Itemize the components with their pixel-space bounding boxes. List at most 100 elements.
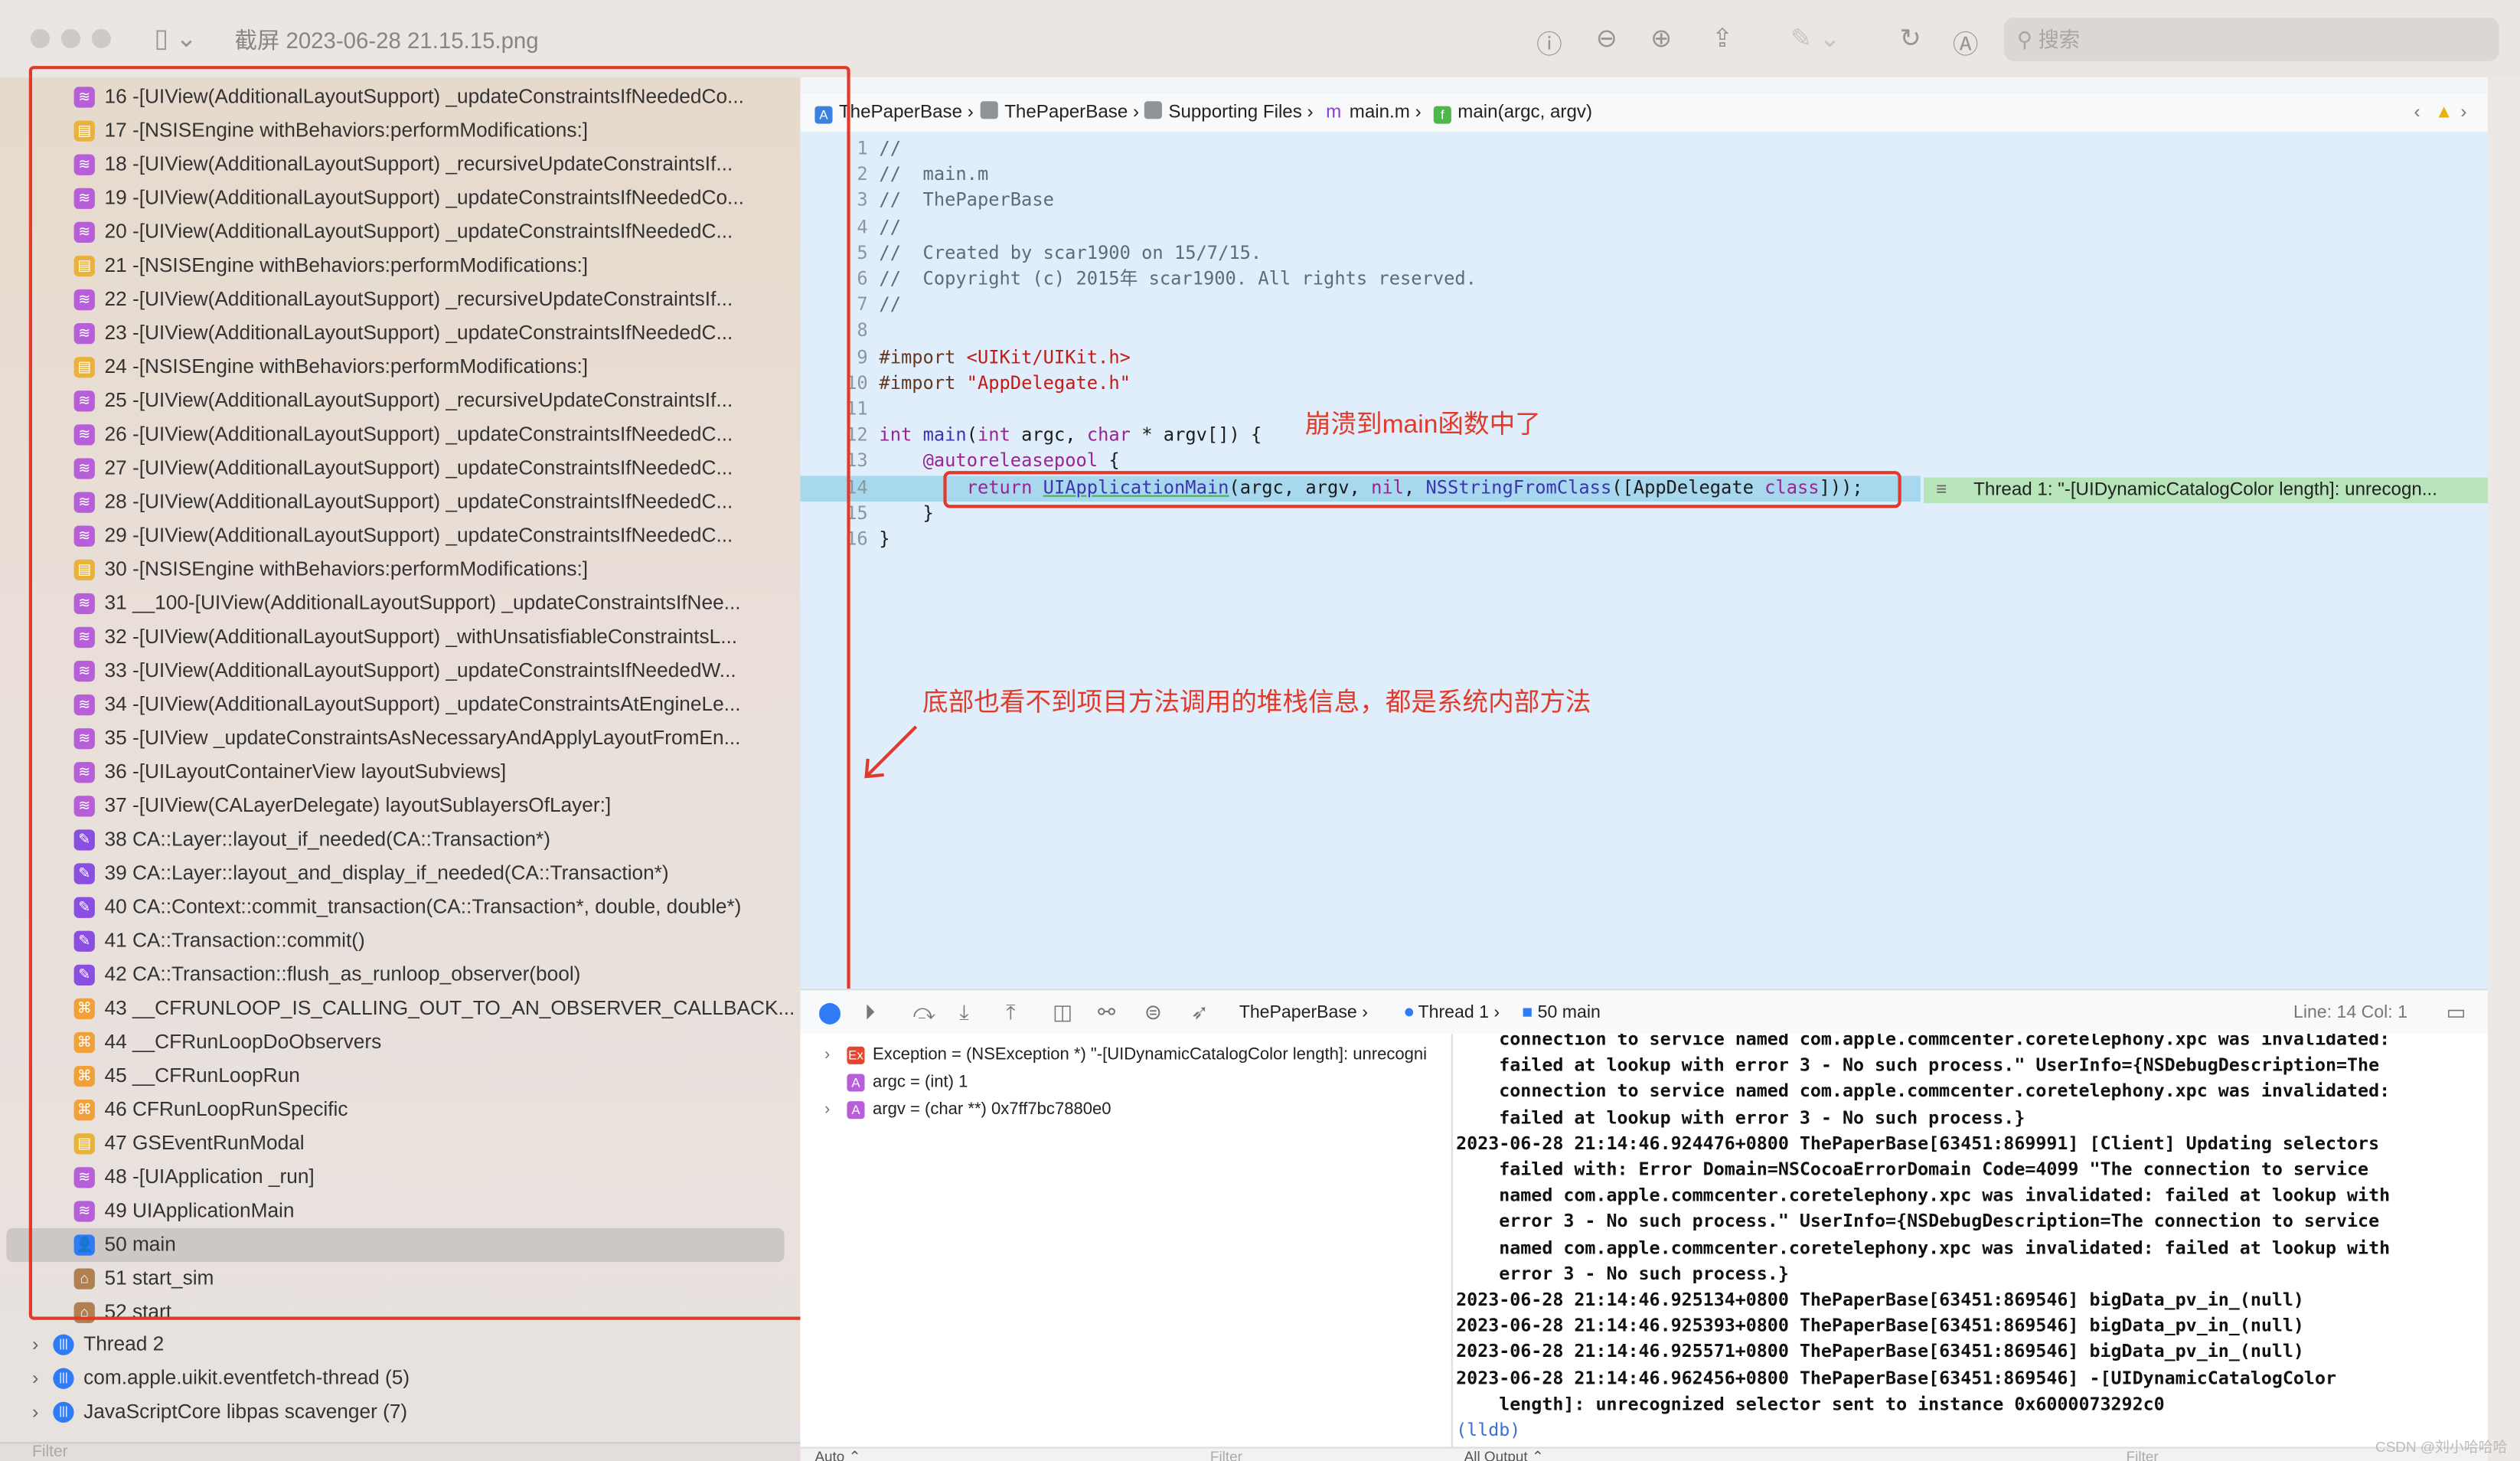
folder-icon	[1144, 101, 1162, 119]
sidebar-toggle-icon[interactable]: ▯ ⌄	[155, 22, 197, 54]
variables-scope-select[interactable]: Auto ⌃	[814, 1449, 860, 1461]
info-icon[interactable]: ⓘ	[1536, 22, 1562, 60]
annotate-icon[interactable]: Ⓐ	[1953, 22, 1979, 60]
disclosure-chevron-icon[interactable]: ›	[32, 1328, 38, 1361]
code-text: }	[879, 502, 934, 528]
console-line: named com.apple.commcenter.coretelephony…	[1456, 1237, 2391, 1259]
window-title: 截屏 2023-06-28 21.15.15.png	[234, 27, 539, 54]
breadcrumb-function[interactable]: f main(argc, argv)	[1433, 93, 1592, 132]
code-token: (	[966, 424, 978, 446]
code-text: #import <UIKit/UIKit.h>	[879, 345, 1130, 371]
code-text: // Created by scar1900 on 15/7/15.	[879, 240, 1262, 266]
code-token: }	[879, 528, 890, 551]
variables-view: › Ex Exception = (NSException *) "-[UIDyna…	[800, 1033, 1453, 1447]
navigator-filter[interactable]: Filter	[0, 1442, 801, 1461]
console-filter[interactable]: Filter	[2127, 1449, 2159, 1461]
code-token: // ThePaperBase	[879, 190, 1054, 211]
thread-row[interactable]: › ||| Thread 2	[0, 1328, 801, 1361]
step-out-icon[interactable]: ⤒	[1006, 990, 1015, 1035]
window-edge	[2488, 77, 2520, 1461]
thread-icon: |||	[53, 1401, 74, 1423]
code-token: }	[879, 502, 934, 525]
code-line: 1//	[801, 136, 2488, 162]
thread-label: Thread 2	[83, 1332, 165, 1355]
watermark: CSDN @刘小哈哈哈	[2375, 1439, 2508, 1456]
zoom-out-icon[interactable]: ⊖	[1596, 22, 1617, 54]
console-line: failed with: Error Domain=NSCocoaErrorDo…	[1456, 1159, 2369, 1181]
disclosure-chevron-icon[interactable]: ›	[32, 1395, 38, 1429]
variables-filter[interactable]: Filter	[1210, 1449, 1242, 1461]
console-line: 2023-06-28 21:14:46.925571+0800 ThePaper…	[1456, 1341, 2304, 1363]
code-token: #import	[879, 372, 967, 394]
zoom-in-icon[interactable]: ⊕	[1650, 22, 1672, 54]
view-hierarchy-icon[interactable]: ◫	[1053, 990, 1072, 1035]
breakpoints-toggle-icon[interactable]: ⬤	[818, 990, 842, 1035]
console-line: failed at lookup with error 3 - No such …	[1456, 1054, 2380, 1076]
code-text: //	[879, 214, 901, 240]
screenshot-viewer: ▯ ⌄ 截屏 2023-06-28 21.15.15.png ⓘ ⊖ ⊕ ⇪ ✎…	[0, 0, 2520, 1461]
code-line: 4//	[801, 214, 2488, 240]
lldb-prompt[interactable]: (lldb)	[1456, 1418, 1520, 1444]
code-line: 9 #import <UIKit/UIKit.h>	[801, 345, 2488, 371]
previous-issue-icon[interactable]: ‹	[2414, 93, 2420, 132]
console-line: named com.apple.commcenter.coretelephony…	[1456, 1185, 2391, 1207]
continue-icon[interactable]: ⏵	[865, 990, 876, 1035]
warning-icon[interactable]: ▲	[2435, 93, 2453, 132]
breadcrumb-folder[interactable]: Supporting Files ›	[1144, 93, 1314, 132]
search-input[interactable]: ⚲ 搜索	[2004, 18, 2499, 61]
disclosure-chevron-icon[interactable]: ›	[824, 1041, 830, 1069]
console-line: connection to service named com.apple.co…	[1456, 1080, 2391, 1102]
local-variable-icon: A	[847, 1074, 865, 1092]
code-token: * argv[]) {	[1130, 424, 1262, 446]
markup-pen-icon[interactable]: ✎ ⌄	[1790, 22, 1841, 54]
next-issue-icon[interactable]: ›	[2460, 93, 2466, 132]
code-text: // Copyright (c) 2015年 scar1900. All rig…	[879, 267, 1477, 293]
local-variable-icon: A	[847, 1101, 865, 1119]
error-message: Thread 1: "-[UIDynamicCatalogColor lengt…	[1973, 480, 2437, 500]
debug-frame[interactable]: ■ 50 main	[1522, 990, 1601, 1035]
step-over-icon[interactable]: ⤼	[913, 990, 935, 1035]
location-icon[interactable]: ➶	[1191, 990, 1209, 1035]
code-token: //	[879, 138, 901, 159]
code-token: main	[922, 424, 967, 446]
close-button[interactable]	[30, 28, 51, 48]
minimize-button[interactable]	[60, 28, 80, 48]
zoom-button[interactable]	[91, 28, 111, 48]
step-into-icon[interactable]: ⤓	[959, 990, 968, 1035]
breadcrumb-file[interactable]: m main.m ›	[1326, 93, 1422, 132]
code-token: //	[879, 216, 901, 237]
console-line: error 3 - No such process." UserInfo={NS…	[1456, 1211, 2380, 1233]
code-token: <UIKit/UIKit.h>	[966, 346, 1131, 368]
code-line: 12 int main(int argc, char * argv[]) {	[801, 423, 2488, 449]
code-editor[interactable]: 1//2// main.m 3// ThePaperBase 4//5// Crea…	[800, 132, 2489, 989]
code-line: 6// Copyright (c) 2015年 scar1900. All ri…	[801, 267, 2488, 293]
console-output-select[interactable]: All Output ⌃	[1464, 1449, 1544, 1461]
thread-row[interactable]: › ||| JavaScriptCore libpas scavenger (7)	[0, 1395, 801, 1429]
code-text: #import "AppDelegate.h"	[879, 371, 1130, 397]
debug-target[interactable]: ThePaperBase ›	[1239, 990, 1368, 1035]
console-line: 2023-06-28 21:14:46.925134+0800 ThePaper…	[1456, 1289, 2304, 1311]
cursor-position: Line: 14 Col: 1	[2293, 1003, 2407, 1023]
disclosure-chevron-icon[interactable]: ›	[32, 1361, 38, 1395]
console-line: error 3 - No such process.}	[1456, 1263, 1789, 1285]
hide-debug-area-icon[interactable]: ▭	[2446, 990, 2466, 1035]
thread-row[interactable]: › ||| com.apple.uikit.eventfetch-thread (5…	[0, 1361, 801, 1395]
breadcrumb-group[interactable]: ThePaperBase ›	[980, 93, 1139, 132]
code-token: #import	[879, 346, 967, 368]
disclosure-chevron-icon[interactable]: ›	[824, 1097, 830, 1124]
code-text: }	[879, 528, 890, 554]
menu-icon: ≡	[1936, 480, 1947, 500]
thread-label: JavaScriptCore libpas scavenger (7)	[83, 1400, 408, 1423]
code-line: 10 #import "AppDelegate.h"	[801, 371, 2488, 397]
environment-overrides-icon[interactable]: ⊜	[1144, 990, 1162, 1035]
error-banner[interactable]: ≡ Thread 1: "-[UIDynamicCatalogColor leng…	[1924, 477, 2489, 504]
code-token: "AppDelegate.h"	[966, 372, 1131, 394]
console-output[interactable]: connection to service named com.apple.co…	[1452, 1033, 2489, 1447]
breadcrumb: A ThePaperBase › ThePaperBase › Supportin…	[800, 93, 2489, 134]
rotate-icon[interactable]: ↻	[1900, 22, 1921, 54]
annotation-crash-in-main: 崩溃到main函数中了	[1304, 411, 1541, 440]
memory-graph-icon[interactable]: ⚯	[1098, 990, 1115, 1035]
debug-thread[interactable]: ⏺ Thread 1 ›	[1405, 990, 1500, 1035]
share-icon[interactable]: ⇪	[1712, 22, 1733, 54]
